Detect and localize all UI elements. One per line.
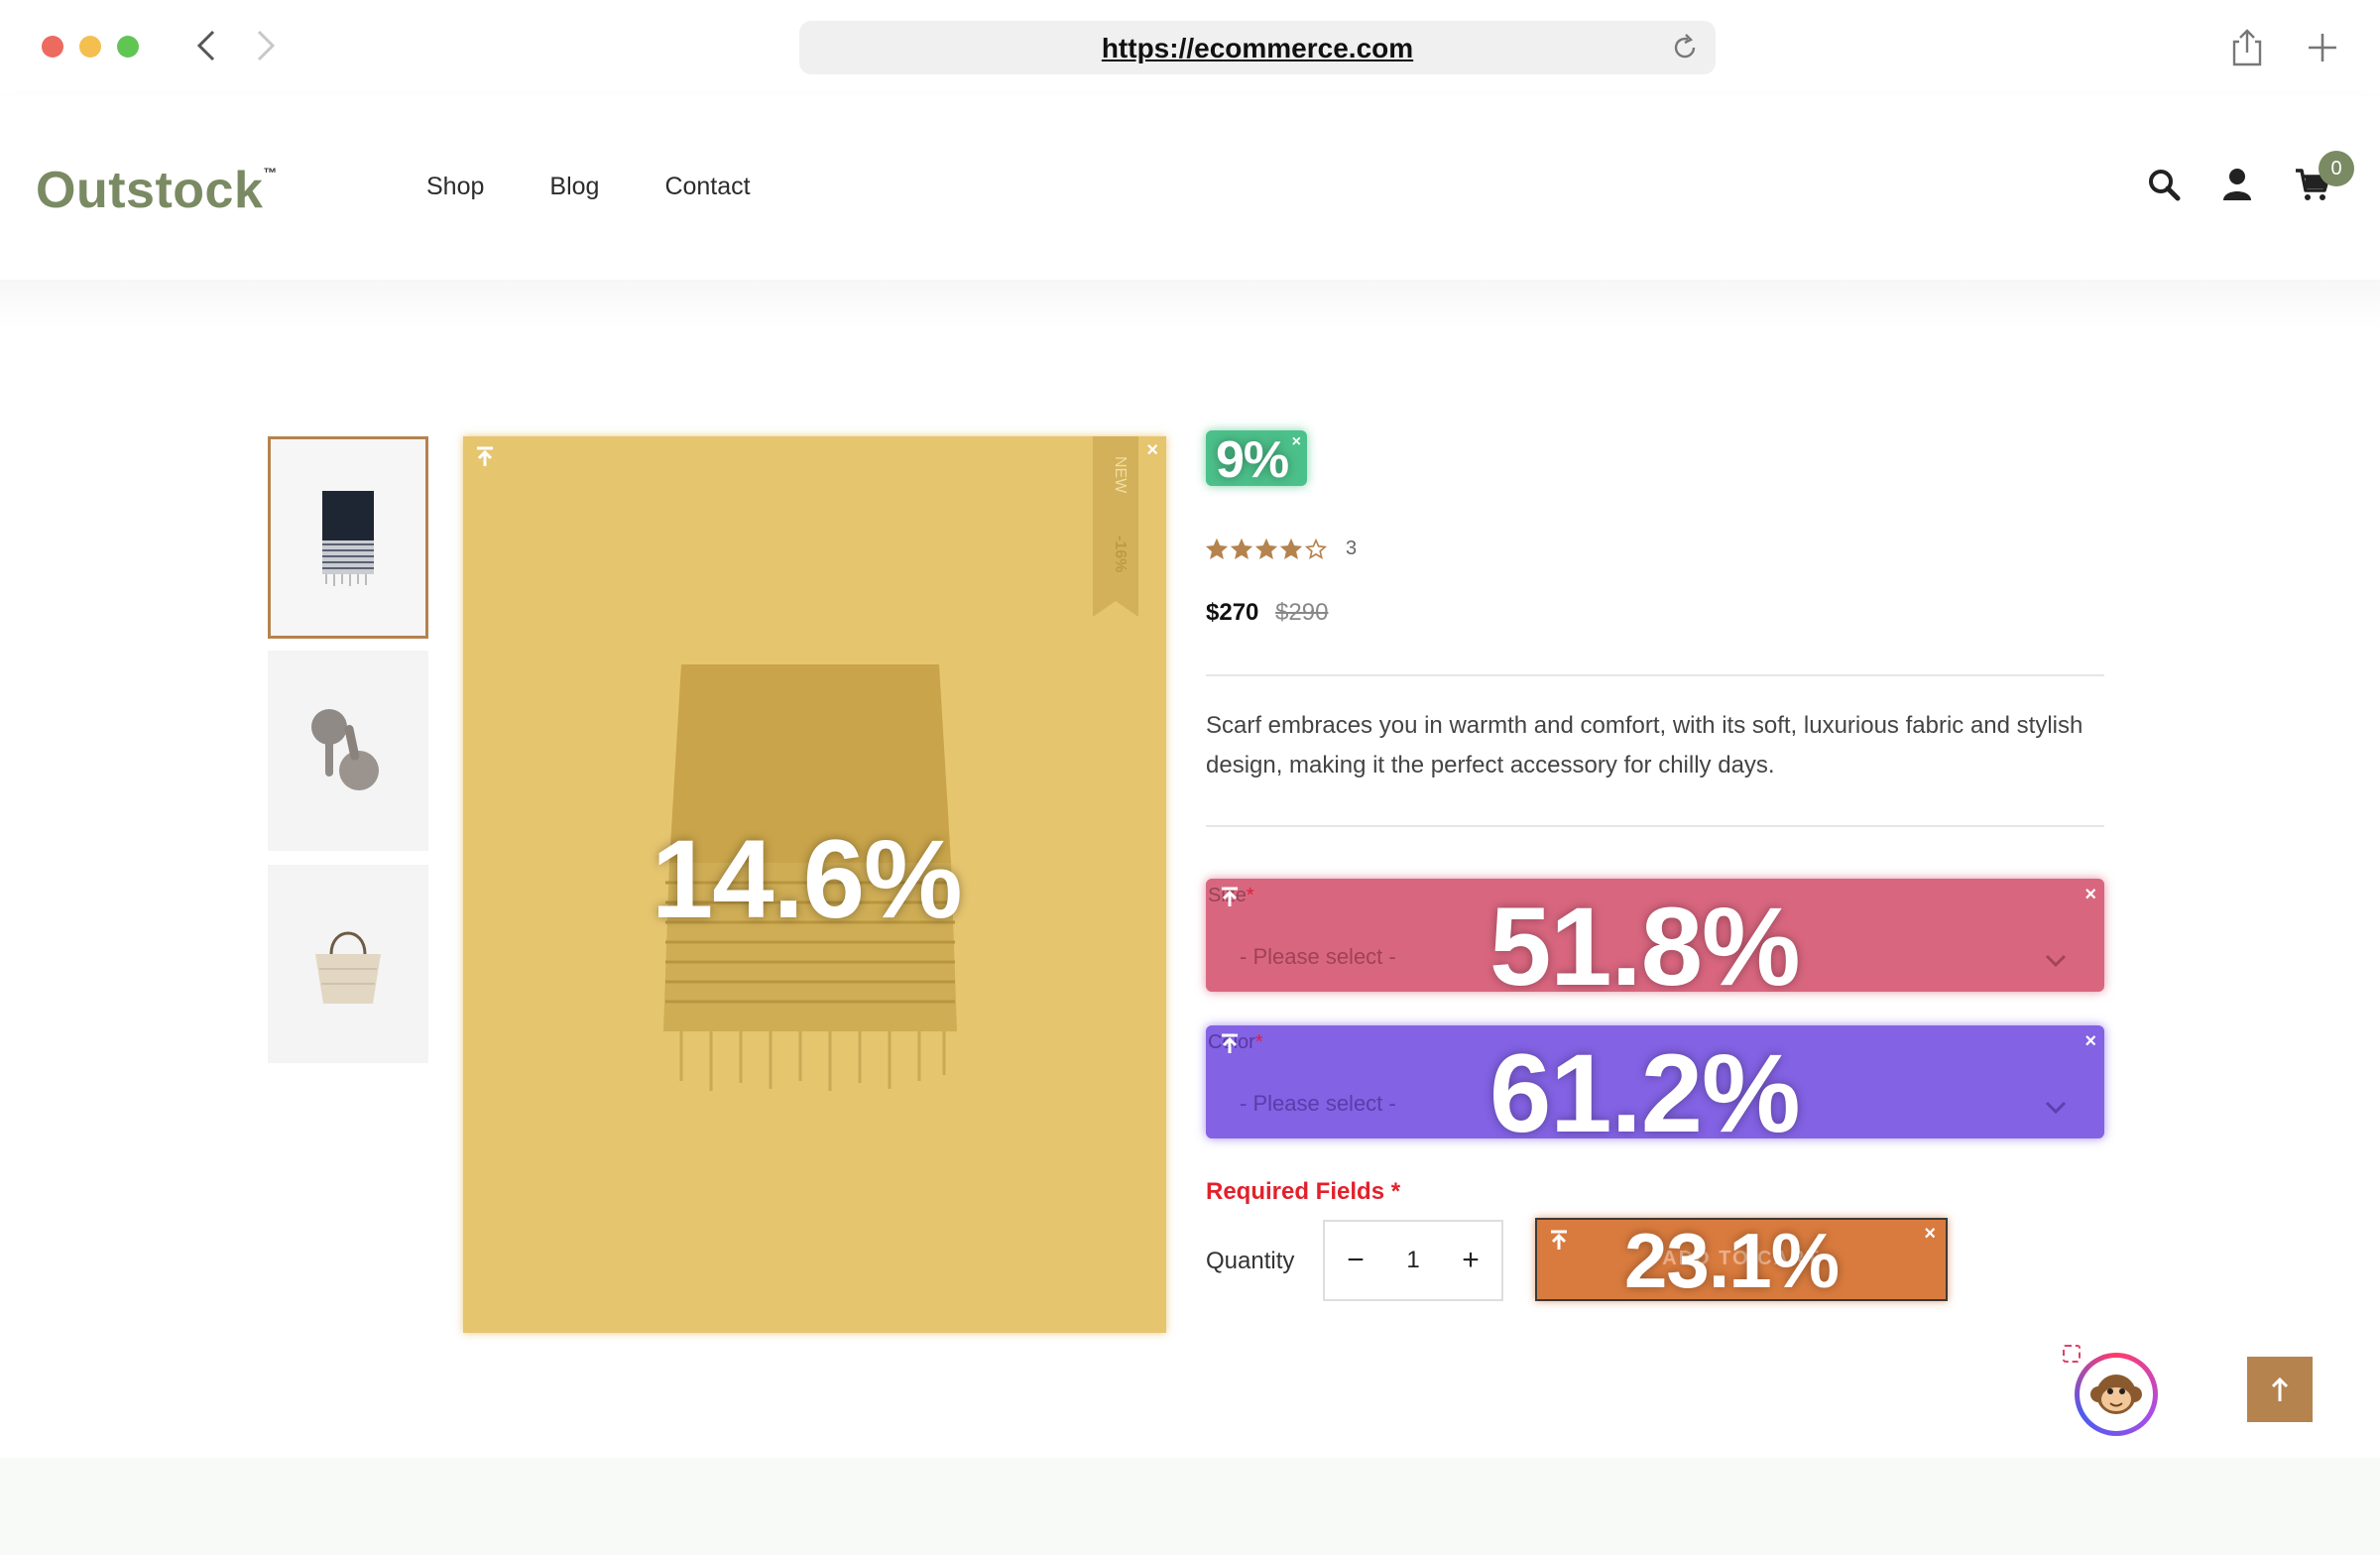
thumbnail-maracas[interactable] [268,651,428,851]
main-nav: Shop Blog Contact [426,173,751,201]
overlay-close-icon[interactable]: × [1146,440,1158,460]
rating-stars [1206,538,1327,560]
quantity-increase-button[interactable]: + [1456,1244,1486,1277]
header-shadow [0,280,2380,329]
logo-text: Outstock [36,162,264,219]
divider [1206,825,2104,827]
selection-handle[interactable] [2063,1345,2081,1363]
footer-band [0,1458,2380,1555]
overlay-close-icon[interactable]: × [1924,1224,1936,1244]
thumbnail-scarf[interactable] [268,436,428,639]
share-icon[interactable] [2229,28,2265,67]
color-select-percentage: 61.2% [1489,1031,1801,1138]
price-current: $270 [1206,599,1259,626]
chevron-left-icon [196,30,215,61]
pin-icon[interactable] [1220,1033,1240,1055]
quantity-decrease-button[interactable]: − [1341,1244,1370,1277]
required-fields-note: Required Fields * [1206,1178,1401,1205]
basket-thumbnail-image [315,931,381,1004]
user-icon[interactable] [2217,165,2257,204]
plus-icon[interactable] [2305,30,2340,65]
forward-button[interactable] [246,26,286,65]
overlay-close-icon[interactable]: × [2084,1031,2096,1051]
arrow-up-icon [2271,1376,2289,1401]
window-minimize-button[interactable] [79,36,101,58]
browser-chrome: https://ecommerce.com [0,0,2380,95]
main-product-image[interactable]: × NEW -16% 14.6% [463,436,1166,1333]
reload-icon[interactable] [1670,33,1700,62]
add-to-cart-percentage: 23.1% [1624,1218,1840,1301]
nav-shop[interactable]: Shop [426,173,484,201]
maracas-thumbnail-image [311,709,379,790]
pin-icon[interactable] [1549,1230,1569,1252]
pin-icon[interactable] [475,446,495,468]
discount-badge: 9% × [1206,430,1307,489]
star-filled-icon [1231,538,1252,559]
chat-widget-button[interactable] [2075,1353,2158,1436]
chevron-down-icon [2045,954,2067,968]
site-header: Outstock™ Shop Blog Contact 0 [0,95,2380,280]
quantity-label: Quantity [1206,1248,1295,1274]
ribbon-new-label: NEW [1112,456,1129,494]
chevron-right-icon [257,30,276,61]
discount-badge-percentage: 9% [1216,431,1289,489]
product-price: $270 $290 [1206,599,1328,627]
nav-blog[interactable]: Blog [549,173,599,201]
cart-count-badge: 0 [2319,151,2354,186]
color-placeholder: - Please select - [1240,1091,1396,1116]
color-select[interactable]: Color* - Please select - × 61.2% [1206,1025,2104,1138]
product-description: Scarf embraces you in warmth and comfort… [1206,712,2083,778]
price-original: $290 [1275,599,1329,626]
nav-contact[interactable]: Contact [664,173,750,201]
ribbon-discount-label: -16% [1112,536,1129,572]
star-filled-icon [1280,538,1302,559]
star-empty-icon [1305,538,1327,559]
overlay-close-icon[interactable]: × [2084,885,2096,904]
back-to-top-button[interactable] [2247,1357,2313,1422]
back-button[interactable] [186,26,226,65]
address-bar[interactable]: https://ecommerce.com [799,21,1716,74]
monkey-chat-icon [2090,1375,2142,1414]
chevron-down-icon [2045,1101,2067,1115]
window-zoom-button[interactable] [117,36,139,58]
divider [1206,674,2104,676]
search-icon[interactable] [2144,165,2184,204]
main-image-percentage: 14.6% [652,817,963,941]
trademark-mark: ™ [263,165,278,180]
size-select-percentage: 51.8% [1489,885,1801,992]
star-filled-icon [1206,538,1228,559]
quantity-stepper: − 1 + [1323,1220,1503,1301]
scarf-thumbnail-image [322,491,374,586]
product-rating: 3 [1206,538,1357,560]
size-placeholder: - Please select - [1240,944,1396,969]
size-select[interactable]: Size* - Please select - × 51.8% [1206,879,2104,992]
overlay-close-icon[interactable]: × [1292,434,1301,450]
site-logo[interactable]: Outstock™ [36,161,278,220]
add-to-cart-button[interactable]: ADD TO CART × 23.1% [1535,1218,1948,1301]
star-filled-icon [1255,538,1277,559]
review-count[interactable]: 3 [1346,538,1357,560]
url-text: https://ecommerce.com [1101,33,1414,63]
quantity-input[interactable]: 1 [1406,1247,1419,1274]
window-close-button[interactable] [42,36,63,58]
thumbnail-basket[interactable] [268,865,428,1063]
product-ribbon: NEW -16% [1093,436,1138,617]
pin-icon[interactable] [1220,887,1240,908]
